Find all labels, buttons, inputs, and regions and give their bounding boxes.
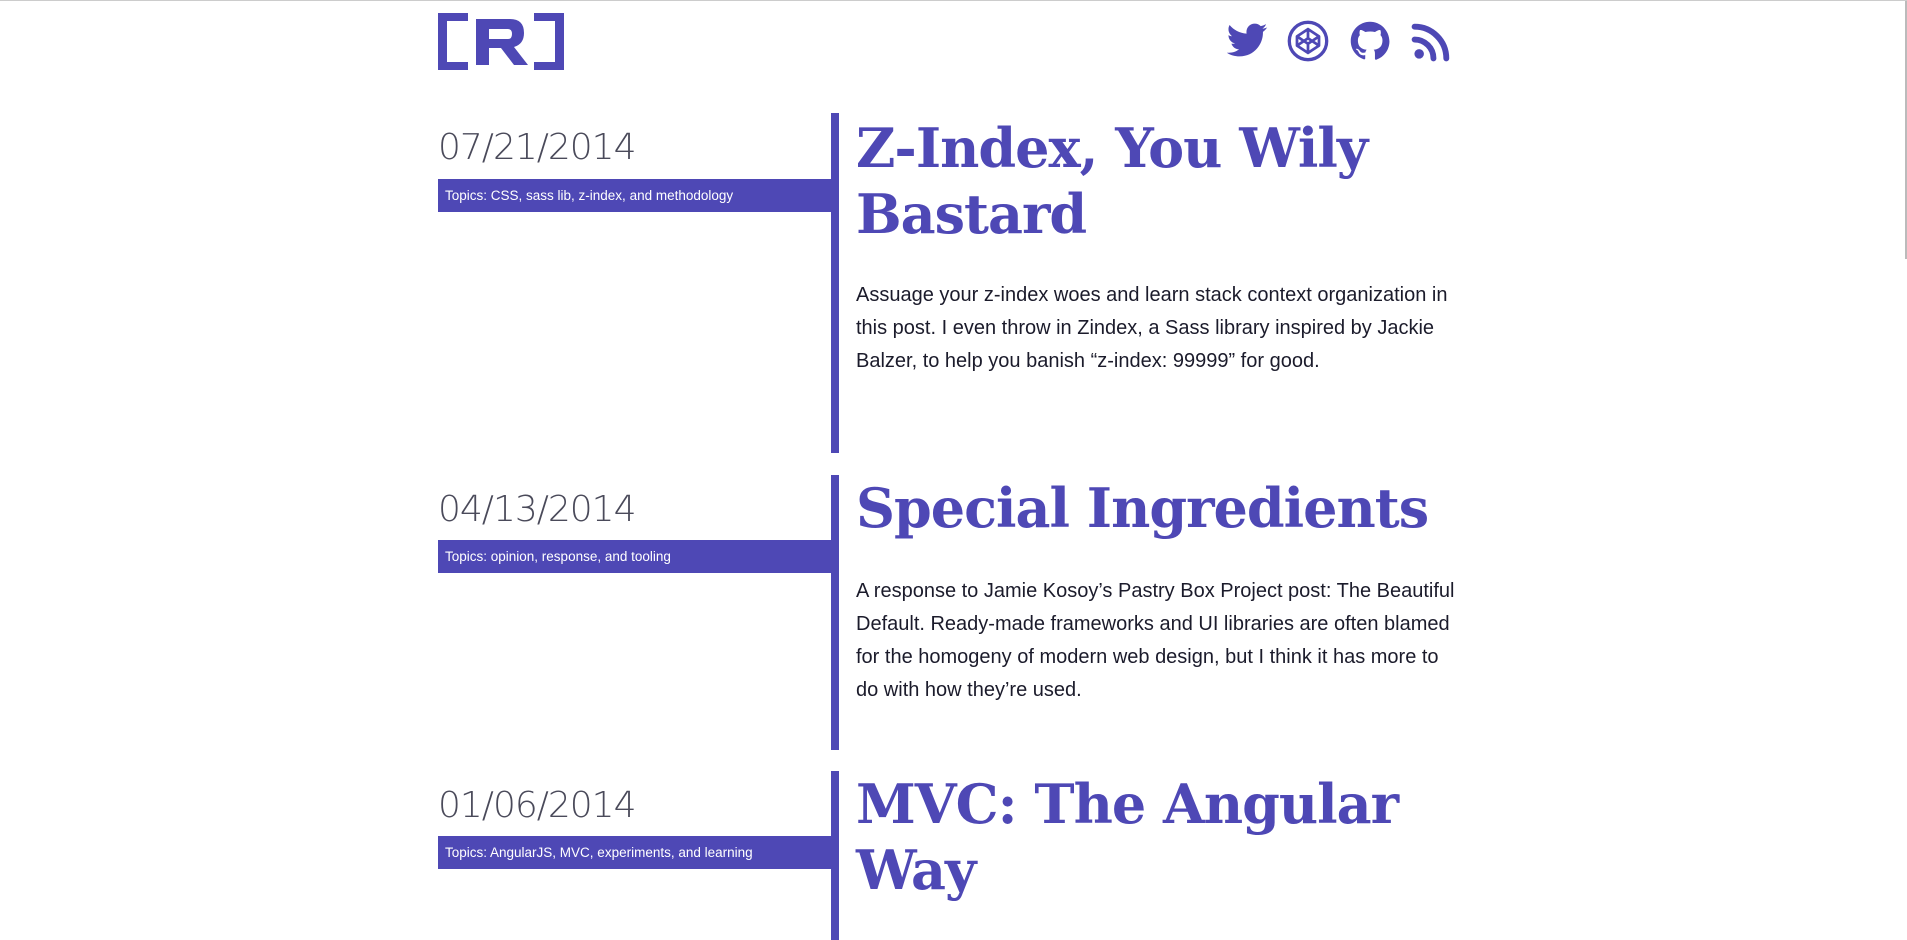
post-title[interactable]: Z-Index, You Wily Bastard xyxy=(856,115,1476,247)
site-logo[interactable] xyxy=(438,13,564,70)
rss-icon[interactable] xyxy=(1410,19,1454,63)
post-divider xyxy=(831,771,839,940)
post-date: 01/06/2014 xyxy=(438,785,636,826)
post-topics[interactable]: Topics: AngularJS, MVC, experiments, and… xyxy=(438,836,831,869)
page: 07/21/2014 Topics: CSS, sass lib, z-inde… xyxy=(0,1,1907,940)
post-date: 07/21/2014 xyxy=(438,127,636,168)
post-title[interactable]: MVC: The Angular Way xyxy=(856,771,1476,903)
post-divider xyxy=(831,113,839,453)
post-divider xyxy=(831,475,839,750)
post-excerpt: A response to Jamie Kosoy’s Pastry Box P… xyxy=(856,580,1455,701)
post-title[interactable]: Special Ingredients xyxy=(856,475,1476,541)
post-excerpt: Assuage your z-index woes and learn stac… xyxy=(856,284,1448,372)
post-topics[interactable]: Topics: opinion, response, and tooling xyxy=(438,540,831,573)
post-date: 04/13/2014 xyxy=(438,489,636,530)
codepen-icon[interactable] xyxy=(1286,19,1330,63)
post-topics[interactable]: Topics: CSS, sass lib, z-index, and meth… xyxy=(438,179,831,212)
twitter-icon[interactable] xyxy=(1225,19,1269,63)
github-icon[interactable] xyxy=(1348,19,1392,63)
